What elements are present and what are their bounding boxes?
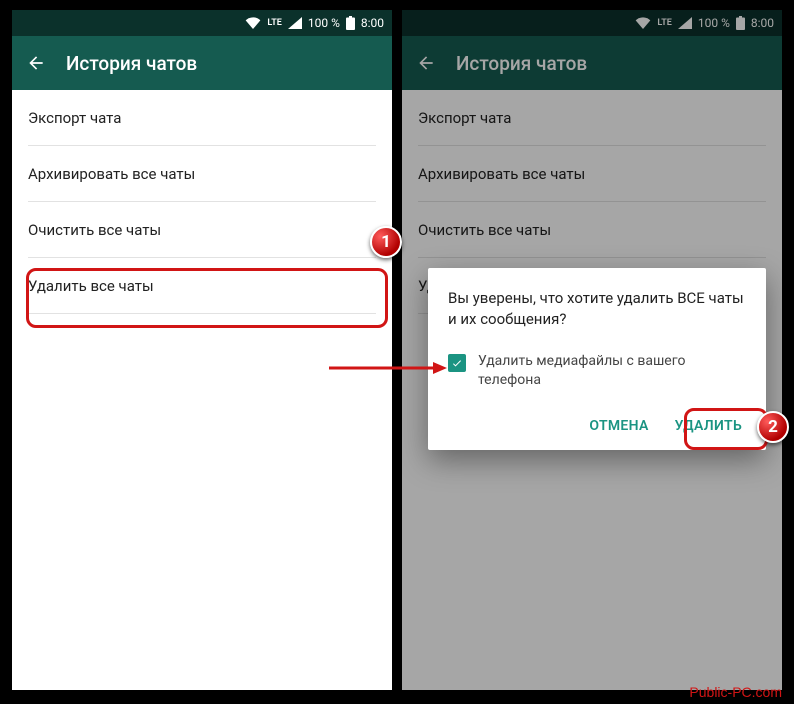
watermark: Public-PC.com (689, 684, 782, 700)
battery-icon (346, 16, 355, 30)
item-export-chat[interactable]: Экспорт чата (12, 90, 392, 145)
clock: 8:00 (361, 16, 384, 30)
signal-icon (288, 17, 302, 29)
item-delete-all[interactable]: Удалить все чаты (12, 258, 392, 313)
annotation-arrow (329, 360, 447, 376)
dialog-checkbox-row[interactable]: Удалить медиафайлы с вашего телефона (448, 352, 746, 390)
phone-screen-right: LTE 100 % 8:00 История чатов Экспорт чат… (402, 10, 782, 690)
back-arrow-icon[interactable] (26, 53, 46, 73)
status-bar: LTE 100 % 8:00 (12, 10, 392, 36)
battery-percent: 100 % (308, 16, 340, 30)
cancel-button[interactable]: ОТМЕНА (589, 418, 648, 434)
page-title: История чатов (66, 52, 197, 75)
dialog-title: Вы уверены, что хотите удалить ВСЕ чаты … (448, 288, 746, 330)
dialog-actions: ОТМЕНА УДАЛИТЬ (448, 414, 746, 442)
confirm-dialog: Вы уверены, что хотите удалить ВСЕ чаты … (428, 268, 766, 450)
item-clear-all[interactable]: Очистить все чаты (12, 202, 392, 257)
phone-screen-left: LTE 100 % 8:00 История чатов Экспорт чат… (12, 10, 392, 690)
lte-icon: LTE (267, 18, 281, 28)
annotation-badge-2: 2 (757, 411, 789, 443)
divider (28, 313, 376, 314)
delete-button[interactable]: УДАЛИТЬ (675, 418, 742, 434)
wifi-icon (245, 17, 261, 29)
annotation-badge-1: 1 (370, 226, 402, 258)
app-header: История чатов (12, 36, 392, 90)
checkbox-delete-media[interactable] (448, 354, 466, 372)
checkbox-label: Удалить медиафайлы с вашего телефона (478, 352, 746, 390)
item-archive-all[interactable]: Архивировать все чаты (12, 146, 392, 201)
settings-list: Экспорт чата Архивировать все чаты Очист… (12, 90, 392, 314)
